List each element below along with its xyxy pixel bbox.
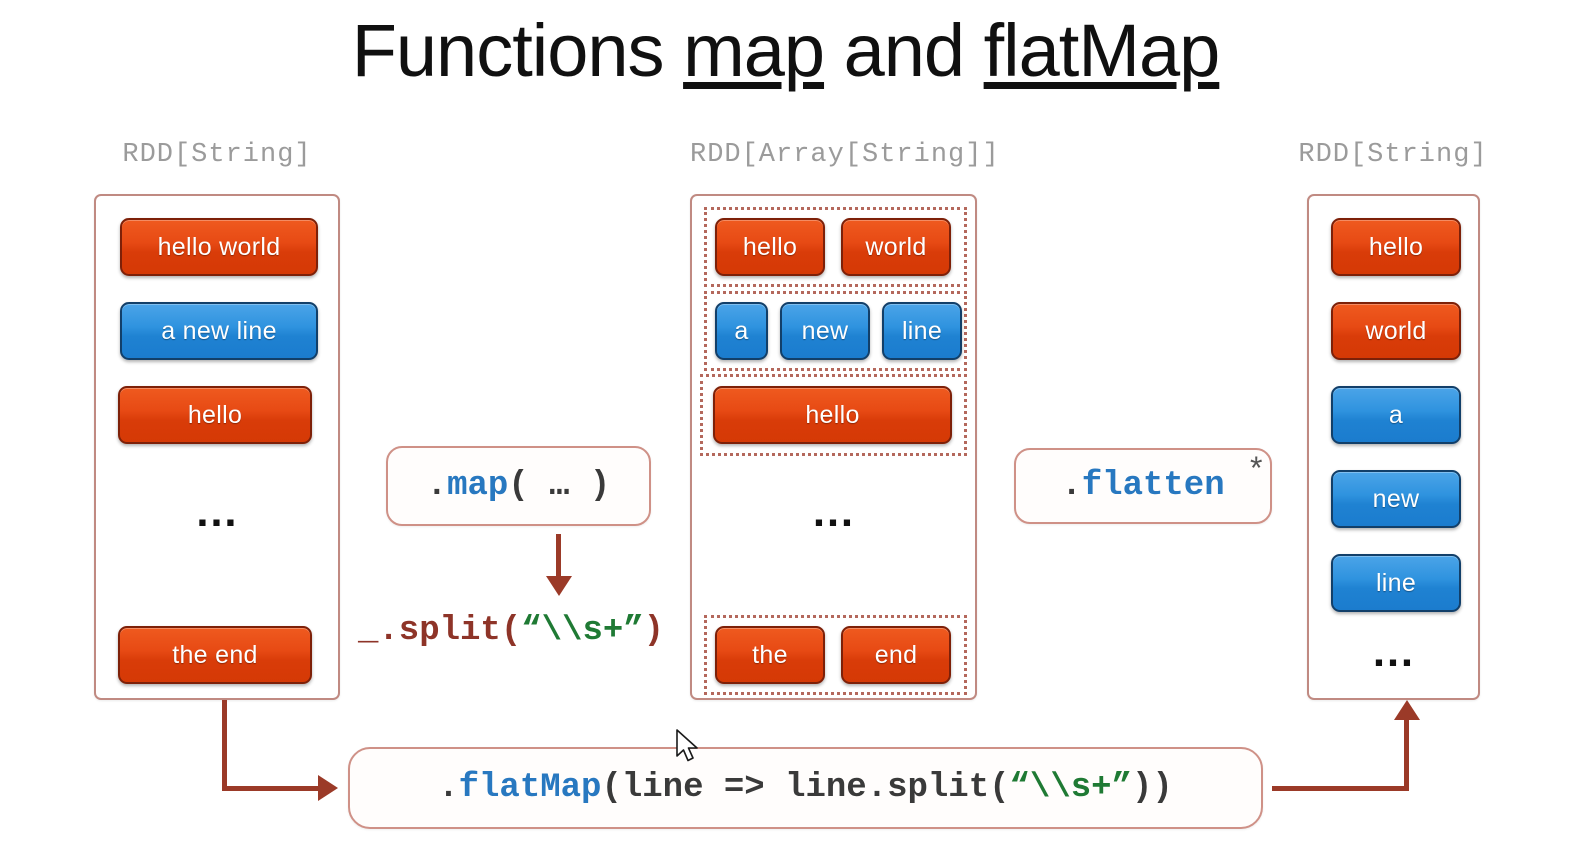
- rdd-container-source: hello world a new line hello … the end: [94, 194, 340, 700]
- map-arrow-shaft: [556, 534, 561, 578]
- ellipsis-mapped: …: [811, 487, 860, 536]
- array-group-mapped-2: hello: [700, 374, 967, 456]
- chip-source-4[interactable]: the end: [118, 626, 312, 684]
- flatmap-callout[interactable]: . flatMap (line => line.split(“\\s+”)): [348, 747, 1263, 829]
- chip-flattened-4[interactable]: line: [1331, 554, 1461, 612]
- flatmap-suffix: )): [1131, 769, 1173, 807]
- split-string: “\\s+”: [521, 612, 644, 650]
- flatmap-name: flatMap: [458, 769, 602, 807]
- flatten-name: flatten: [1081, 467, 1225, 505]
- flatmap-in-arrow-vertical: [222, 700, 227, 786]
- title-prefix: Functions: [351, 9, 684, 92]
- flatten-dot: .: [1061, 467, 1082, 505]
- map-args: ( … ): [508, 467, 611, 505]
- flatmap-mid: (line => line.split(: [601, 769, 1010, 807]
- chip-mapped-2-0[interactable]: hello: [713, 386, 952, 444]
- column-header-source: RDD[String]: [122, 140, 312, 170]
- chip-source-1[interactable]: a new line: [120, 302, 318, 360]
- array-group-mapped-0: hello world: [704, 207, 967, 287]
- chip-mapped-1-2[interactable]: line: [882, 302, 962, 360]
- chip-flattened-0[interactable]: hello: [1331, 218, 1461, 276]
- array-group-mapped-1: a new line: [704, 291, 967, 371]
- split-expression: _.split(“\\s+”): [358, 612, 664, 650]
- map-dot: .: [426, 467, 448, 505]
- flatmap-in-arrow-head: [318, 775, 338, 801]
- column-header-mapped: RDD[Array[String]]: [690, 140, 1000, 170]
- chip-mapped-4-0[interactable]: the: [715, 626, 825, 684]
- chip-flattened-2[interactable]: a: [1331, 386, 1461, 444]
- flatmap-out-arrow-head: [1394, 700, 1420, 720]
- ellipsis-flattened: …: [1371, 627, 1420, 676]
- flatmap-dot: .: [438, 769, 459, 807]
- chip-mapped-4-1[interactable]: end: [841, 626, 951, 684]
- chip-mapped-1-0[interactable]: a: [715, 302, 768, 360]
- flatten-callout[interactable]: . flatten: [1014, 448, 1272, 524]
- flatmap-out-arrow-horizontal: [1272, 786, 1408, 791]
- page-title: Functions map and flatMap: [0, 8, 1571, 93]
- chip-mapped-1-1[interactable]: new: [780, 302, 870, 360]
- flatten-footnote-asterisk: *: [1250, 450, 1263, 486]
- ellipsis-source: …: [194, 487, 244, 536]
- rdd-container-mapped: hello world a new line hello … the end: [690, 194, 977, 700]
- title-middle: and: [824, 9, 984, 92]
- chip-flattened-1[interactable]: world: [1331, 302, 1461, 360]
- chip-source-2[interactable]: hello: [118, 386, 312, 444]
- title-term-map: map: [683, 9, 825, 92]
- flatmap-in-arrow-horizontal: [222, 786, 320, 791]
- split-suffix: ): [643, 612, 665, 650]
- split-prefix: _.split(: [358, 612, 522, 650]
- chip-mapped-0-1[interactable]: world: [841, 218, 951, 276]
- flatmap-string: “\\s+”: [1009, 769, 1132, 807]
- array-group-mapped-4: the end: [704, 615, 967, 695]
- map-callout[interactable]: . map( … ): [386, 446, 651, 526]
- chip-mapped-0-0[interactable]: hello: [715, 218, 825, 276]
- map-name: map: [447, 467, 509, 505]
- map-arrow-head: [546, 576, 572, 596]
- title-term-flatmap: flatMap: [983, 9, 1221, 92]
- rdd-container-flattened: hello world a new line …: [1307, 194, 1480, 700]
- chip-source-0[interactable]: hello world: [120, 218, 318, 276]
- chip-flattened-3[interactable]: new: [1331, 470, 1461, 528]
- column-header-flattened: RDD[String]: [1298, 140, 1488, 170]
- flatmap-out-arrow-vertical: [1404, 718, 1409, 791]
